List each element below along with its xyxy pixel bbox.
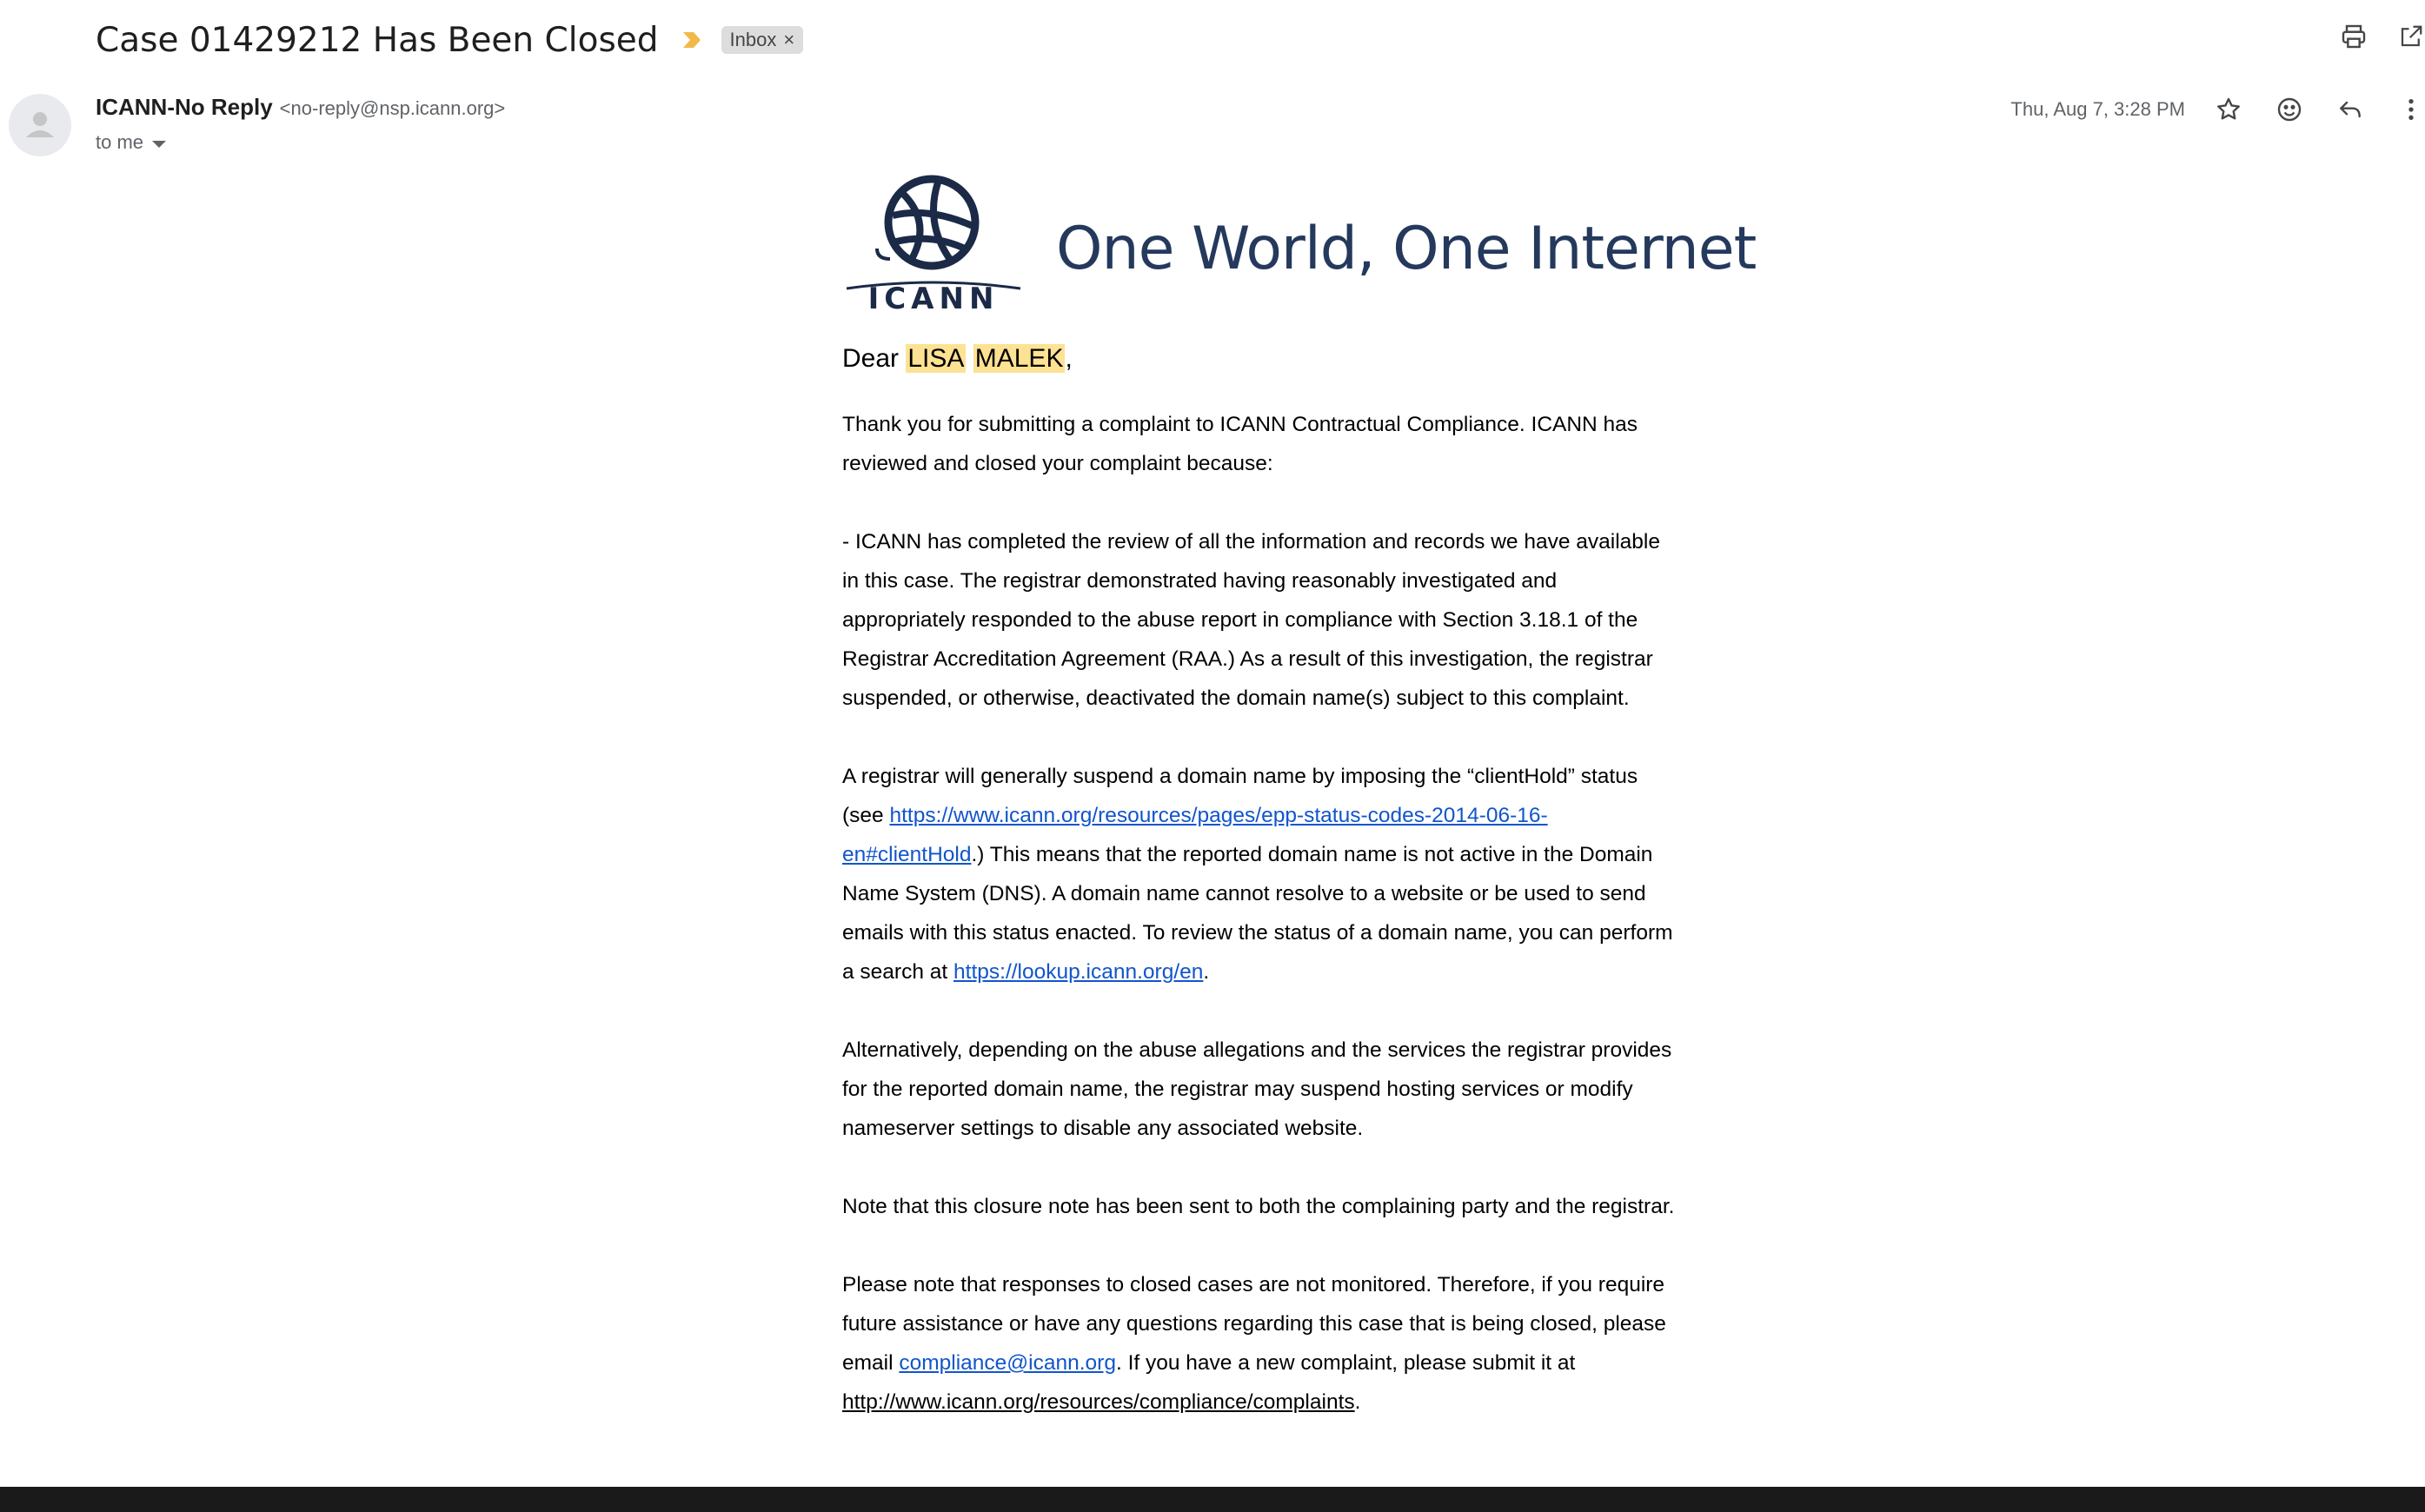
message-meta: Thu, Aug 7, 3:28 PM: [2010, 92, 2425, 127]
reply-icon[interactable]: [2336, 96, 2364, 123]
recipient-line: to me: [96, 131, 144, 153]
text: .: [1203, 960, 1210, 984]
more-options-icon[interactable]: [2397, 96, 2425, 123]
paragraph-review: - ICANN has completed the review of all …: [842, 530, 1661, 710]
complaints-link[interactable]: http://www.icann.org/resources/complianc…: [842, 1390, 1355, 1414]
inbox-label-chip[interactable]: Inbox ×: [721, 26, 804, 54]
print-icon[interactable]: [2340, 23, 2368, 50]
lookup-link[interactable]: https://lookup.icann.org/en: [953, 960, 1203, 984]
bottom-bar: [0, 1487, 2425, 1512]
emoji-reaction-icon[interactable]: [2276, 96, 2303, 123]
icann-logo: ICANN: [842, 172, 1025, 322]
greeting-prefix: Dear: [842, 344, 907, 373]
importance-marker-icon[interactable]: [681, 30, 701, 50]
paragraph-contact: Please note that responses to closed cas…: [842, 1265, 1677, 1422]
paragraph-closure-note: Note that this closure note has been sen…: [842, 1195, 1675, 1218]
paragraph-clienthold: A registrar will generally suspend a dom…: [842, 757, 1677, 991]
email-body: ICANN One World, One Internet Dear LISA …: [842, 172, 1757, 1422]
message-date: Thu, Aug 7, 3:28 PM: [2010, 98, 2185, 120]
globe-icon: [846, 175, 1021, 290]
text: .: [1354, 1390, 1361, 1414]
subject-row: Case 01429212 Has Been Closed Inbox ×: [96, 16, 804, 64]
sender-name[interactable]: ICANN-No Reply: [96, 94, 273, 121]
star-icon[interactable]: [2215, 96, 2242, 123]
text: . If you have a new complaint, please su…: [1115, 1351, 1576, 1375]
greeting-suffix: ,: [1065, 344, 1073, 373]
logo-wordmark: ICANN: [867, 282, 1000, 316]
thread-actions: [2340, 23, 2425, 50]
open-in-new-window-icon[interactable]: [2397, 23, 2425, 50]
compliance-email-link[interactable]: compliance@icann.org: [899, 1351, 1116, 1375]
sender-email: <no-reply@nsp.icann.org>: [279, 97, 506, 119]
avatar[interactable]: [9, 94, 71, 156]
sender-block: ICANN-No Reply <no-reply@nsp.icann.org> …: [96, 94, 505, 154]
tagline: One World, One Internet: [1056, 215, 1757, 283]
greeting: Dear LISA MALEK,: [842, 344, 1677, 374]
show-details-chevron-down-icon[interactable]: [152, 140, 167, 148]
email-subject: Case 01429212 Has Been Closed: [96, 20, 659, 60]
remove-label-icon[interactable]: ×: [783, 29, 794, 51]
email-header-banner: ICANN One World, One Internet: [842, 172, 1757, 322]
paragraph-intro: Thank you for submitting a complaint to …: [842, 413, 1638, 475]
highlighted-last-name: MALEK: [973, 344, 1066, 373]
label-text: Inbox: [729, 29, 777, 50]
highlighted-first-name: LISA: [906, 344, 967, 373]
paragraph-alternatively: Alternatively, depending on the abuse al…: [842, 1038, 1672, 1140]
